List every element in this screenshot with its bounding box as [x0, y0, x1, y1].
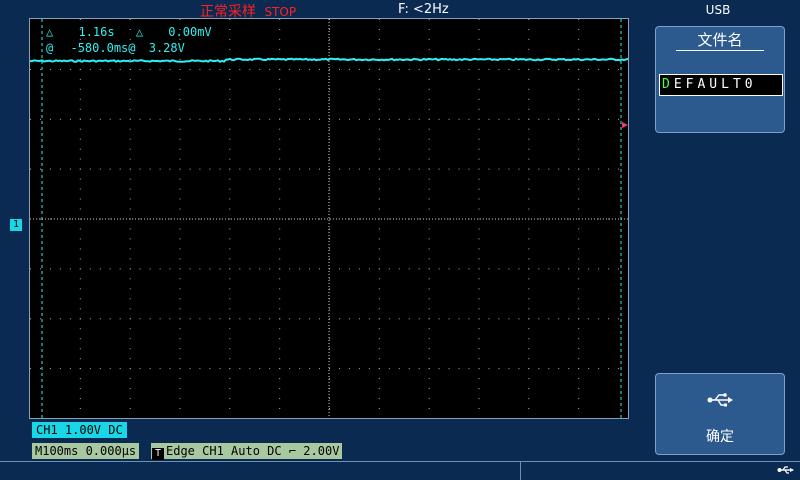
- filename-text: EFAULT0: [673, 77, 757, 92]
- cursor-delta-row: △ 1.16s △ 0.00mV: [46, 25, 212, 39]
- filename-button[interactable]: 文件名 DEFAULT0: [655, 26, 785, 133]
- ch1-settings[interactable]: CH1 1.00V DC: [32, 422, 127, 438]
- usb-status-icon: [777, 466, 794, 474]
- bottom-divider: [520, 461, 521, 480]
- filename-underline: [676, 50, 764, 51]
- delta-time: 1.16s: [78, 25, 115, 39]
- at-symbol: @: [46, 41, 54, 55]
- trigger-level-marker[interactable]: [622, 122, 628, 128]
- delta-symbol: △: [46, 25, 54, 39]
- delta-symbol-2: △: [135, 25, 144, 39]
- cursor-position-row: @ -580.0ms@ 3.28V: [46, 41, 185, 55]
- waveform-display[interactable]: △ 1.16s △ 0.00mV @ -580.0ms@ 3.28V: [29, 18, 629, 419]
- timebase-settings[interactable]: M100ms 0.000μs: [32, 443, 140, 459]
- panel-title: USB: [705, 3, 731, 17]
- usb-icon: [707, 393, 733, 407]
- at-symbol-2: @: [128, 41, 136, 55]
- filename-cursor-char: D: [662, 77, 674, 92]
- trigger-settings[interactable]: T Edge CH1 Auto DC ⌐ 2.00V: [151, 443, 343, 460]
- bottom-separator: [0, 461, 800, 462]
- frequency-readout: F: <2Hz: [398, 2, 449, 17]
- delta-voltage: 0.00mV: [168, 25, 212, 39]
- graticule: [30, 19, 628, 418]
- trigger-level: 2.00V: [303, 444, 340, 458]
- ch1-offset-marker[interactable]: 1: [10, 219, 22, 231]
- confirm-button[interactable]: 确定: [655, 373, 785, 455]
- rising-edge-icon: ⌐: [288, 444, 297, 458]
- trigger-mode: Edge CH1 Auto DC: [166, 444, 282, 458]
- filename-label: 文件名: [697, 31, 743, 49]
- position-voltage: 3.28V: [148, 41, 185, 55]
- filename-input[interactable]: DEFAULT0: [659, 74, 783, 96]
- confirm-label: 确定: [706, 429, 734, 445]
- trigger-badge: T: [152, 448, 164, 460]
- run-state: STOP: [264, 5, 297, 19]
- position-time: -580.0ms: [70, 41, 129, 55]
